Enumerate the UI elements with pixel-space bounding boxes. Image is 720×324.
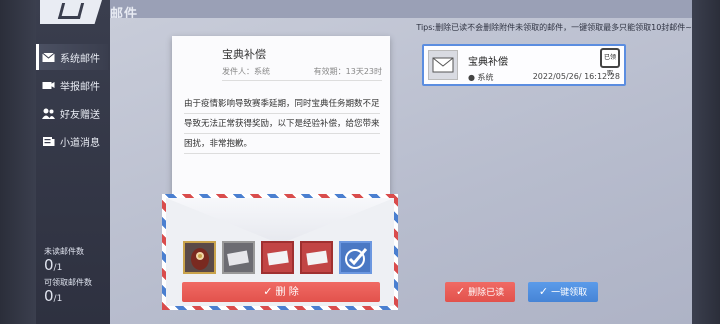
sidebar-item-system-mail[interactable]: 系统邮件 — [36, 44, 108, 70]
user-icon: ● — [468, 73, 478, 82]
sidebar-item-label: 小道消息 — [60, 137, 100, 149]
check-icon: ✓ — [263, 285, 273, 298]
sidebar-item-report-mail[interactable]: 举报邮件 — [36, 72, 108, 98]
letter-title: 宝典补偿 — [222, 48, 266, 61]
attachment-selected[interactable] — [339, 241, 372, 274]
check-icon: ✓ — [455, 285, 466, 298]
sidebar-item-label: 系统邮件 — [60, 53, 100, 65]
envelope-icon — [42, 52, 55, 62]
delete-read-button[interactable]: ✓ 删除已读 — [445, 282, 515, 302]
claimable-count: 0/1 — [44, 287, 63, 305]
attachment-card-red-1[interactable] — [261, 241, 294, 274]
sidebar-item-news[interactable]: 小道消息 — [36, 128, 108, 154]
left-frame — [0, 0, 36, 324]
envelope-icon — [432, 57, 454, 73]
sender-label: 发件人：系统 — [222, 67, 270, 76]
mail-thumbnail — [428, 50, 458, 80]
sidebar-item-friend-gift[interactable]: 好友赠送 — [36, 100, 108, 126]
sidebar-item-label: 举报邮件 — [60, 81, 100, 93]
right-frame — [692, 0, 720, 324]
sidebar-item-label: 好友赠送 — [60, 109, 100, 121]
mail-list-item[interactable]: 宝典补偿 ● 系统 2022/05/26/ 16:12:28 已领取 — [422, 44, 626, 86]
letter-body: 由于疫情影响导致赛季延期，同时宝典任务期数不足导致无法正常获得奖励，以下是经验补… — [184, 94, 380, 154]
claimed-stamp: 已领取 — [600, 48, 620, 77]
report-icon — [42, 81, 55, 89]
attachment-card-grey[interactable] — [222, 241, 255, 274]
card-icon — [305, 250, 328, 265]
doll-icon — [190, 247, 209, 270]
friends-icon — [42, 108, 55, 119]
news-icon — [43, 136, 55, 146]
check-icon: ✓ — [538, 285, 549, 298]
mail-title: 宝典补偿 — [468, 57, 508, 68]
unread-count: 0/1 — [44, 256, 63, 274]
checkmark-icon — [344, 247, 367, 269]
delete-button[interactable]: ✓ 删 除 — [182, 282, 380, 302]
attachment-card-red-2[interactable] — [300, 241, 333, 274]
card-icon — [226, 250, 249, 266]
card-icon — [266, 250, 289, 265]
attachment-doll[interactable] — [183, 241, 216, 274]
mail-sender: ● 系统 — [468, 73, 494, 82]
mail-stats: 未读邮件数 0/1 可领取邮件数 0/1 — [44, 246, 92, 308]
attachment-list — [183, 241, 372, 274]
tips-text: Tips:删除已读不会删除附件未领取的邮件，一键领取最多只能领取10封邮件~ — [416, 23, 692, 32]
letter-meta: 发件人：系统 有效期：13天23时 — [222, 66, 382, 81]
claim-all-button[interactable]: ✓ 一键领取 — [528, 282, 598, 302]
sidebar-nav: 系统邮件 举报邮件 好友赠送 小道消息 — [36, 44, 108, 156]
validity-label: 有效期：13天23时 — [313, 67, 382, 76]
logo-icon — [57, 3, 85, 19]
